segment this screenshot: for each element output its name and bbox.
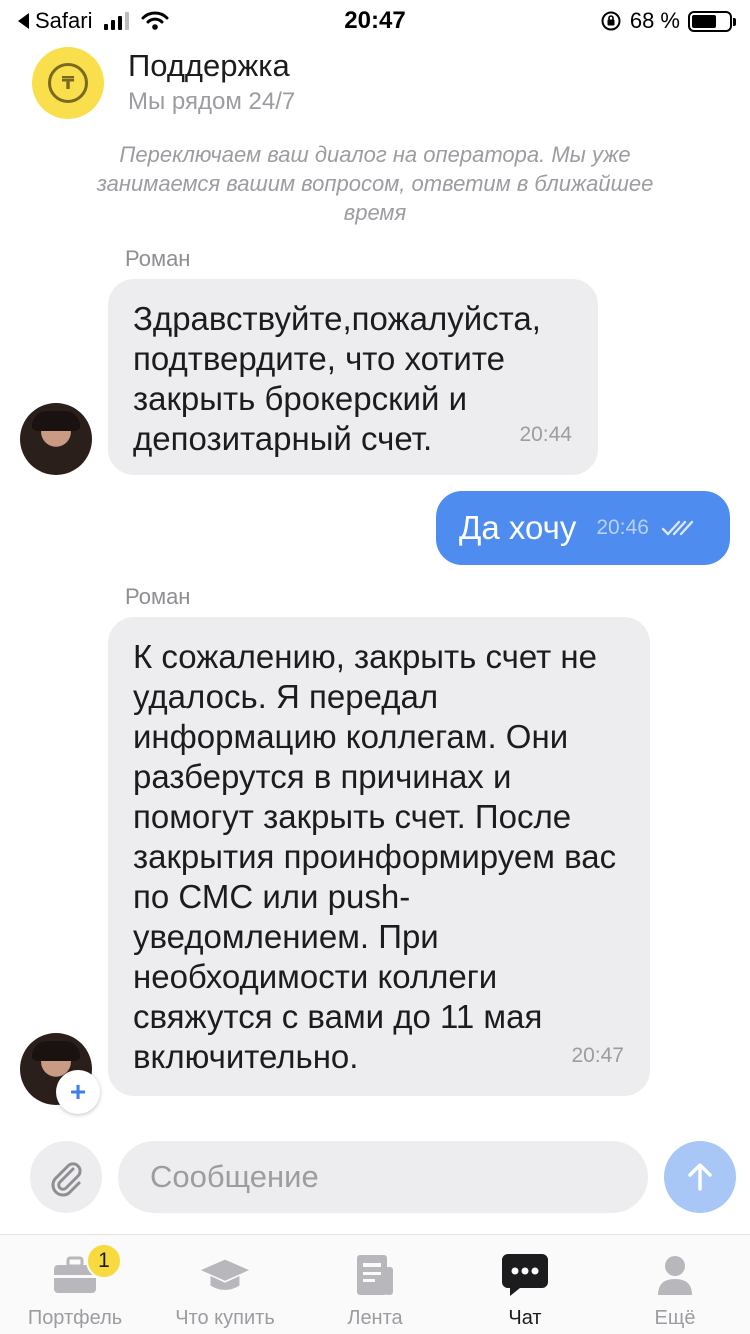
tab-what-to-buy[interactable]: Что купить xyxy=(150,1235,300,1334)
message-text: К сожалению, закрыть счет не удалось. Я … xyxy=(133,638,617,1075)
profile-icon xyxy=(649,1251,701,1299)
tab-label: Чат xyxy=(508,1307,542,1329)
chat-title: Поддержка xyxy=(128,48,290,83)
message-time: 20:44 xyxy=(519,423,572,446)
tinkoff-logo-icon: ₸ xyxy=(32,47,104,119)
tab-more[interactable]: Ещё xyxy=(600,1235,750,1334)
tab-feed[interactable]: Лента xyxy=(300,1235,450,1334)
double-check-icon xyxy=(661,520,694,536)
tab-chat[interactable]: Чат xyxy=(450,1235,600,1334)
arrow-up-icon xyxy=(688,1163,712,1191)
sender-name: Роман xyxy=(125,584,191,609)
tab-portfolio[interactable]: 1 Портфель xyxy=(0,1235,150,1334)
message-time: 20:46 xyxy=(596,516,649,539)
message-text: Здравствуйте,пожалуйста, подтвердите, чт… xyxy=(133,300,541,457)
send-button[interactable] xyxy=(664,1141,736,1213)
rotation-lock-icon xyxy=(601,11,621,31)
newspaper-icon xyxy=(349,1251,401,1299)
chat-icon xyxy=(499,1251,551,1299)
incoming-message: Здравствуйте,пожалуйста, подтвердите, чт… xyxy=(108,279,598,475)
tab-label: Ещё xyxy=(654,1307,696,1329)
outgoing-message: Да хочу 20:46 xyxy=(436,491,730,565)
sender-name: Роман xyxy=(125,246,191,271)
message-text: Да хочу xyxy=(459,509,577,546)
attach-button[interactable] xyxy=(30,1141,102,1213)
message-time: 20:47 xyxy=(571,1044,624,1067)
tab-bar: 1 Портфель Что купить Лента Чат Ещё xyxy=(0,1234,750,1334)
notification-badge: 1 xyxy=(86,1243,122,1279)
battery-percent: 68 % xyxy=(629,8,680,33)
tab-label: Лента xyxy=(347,1307,403,1329)
graduation-cap-icon xyxy=(199,1251,251,1299)
system-note: Переключаем ваш диалог на оператора. Мы … xyxy=(96,142,654,225)
chat-header: ₸ Поддержка Мы рядом 24/7 xyxy=(0,40,750,140)
paperclip-icon xyxy=(51,1162,82,1197)
chat-subtitle: Мы рядом 24/7 xyxy=(128,88,296,115)
status-bar: Safari 20:47 68 % xyxy=(0,0,750,40)
message-input[interactable] xyxy=(118,1141,648,1213)
battery-icon xyxy=(688,10,736,32)
incoming-message: К сожалению, закрыть счет не удалось. Я … xyxy=(108,617,650,1096)
add-icon[interactable]: + xyxy=(56,1070,100,1114)
message-composer xyxy=(0,1120,750,1234)
operator-avatar[interactable] xyxy=(20,403,92,475)
tab-label: Что купить xyxy=(175,1307,275,1329)
tab-label: Портфель xyxy=(27,1307,123,1329)
